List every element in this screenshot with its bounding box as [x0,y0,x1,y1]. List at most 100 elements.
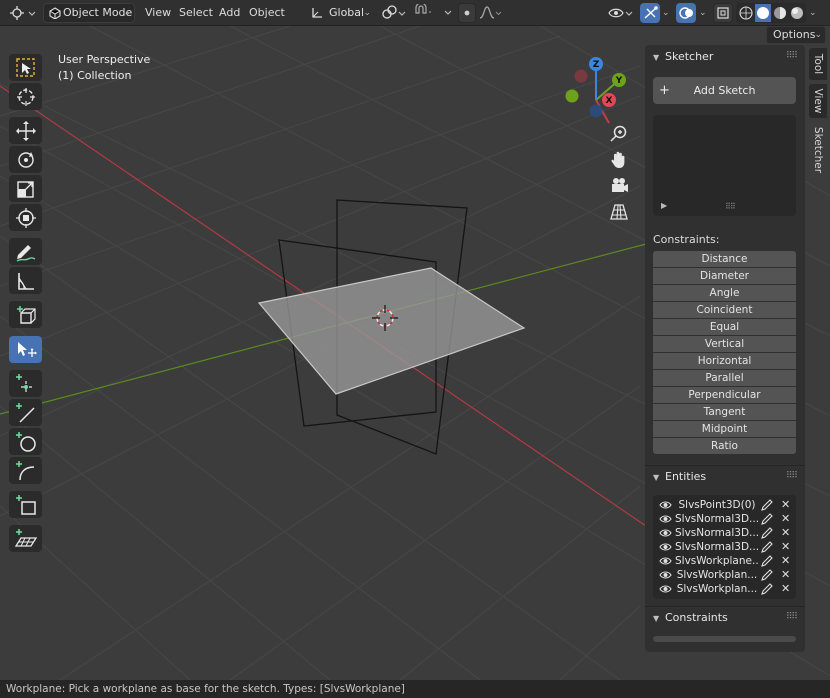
tool-rotate[interactable] [9,146,42,173]
expand-arrow-icon[interactable]: ▶ [661,201,667,210]
tool-add-line[interactable] [9,399,42,426]
tool-cursor[interactable] [9,83,42,110]
constraint-midpoint-button[interactable]: Midpoint [653,421,796,437]
navigation-gizmo[interactable]: Z Y X [560,54,632,126]
zoom-icon [610,125,627,142]
eye-icon[interactable] [659,569,672,581]
close-icon[interactable]: ✕ [781,568,790,582]
overlays-toggle-button[interactable] [676,3,696,23]
camera-view-button[interactable] [607,174,631,198]
drag-handle-icon[interactable]: ⠿⠿ [786,612,798,622]
active-collection: (1) Collection [58,69,132,82]
tool-move[interactable] [9,117,42,144]
eye-icon[interactable] [659,513,672,525]
proportional-edit-button[interactable] [458,3,476,23]
eye-icon[interactable] [659,583,672,595]
pencil-icon[interactable] [760,540,774,554]
tab-sketcher[interactable]: Sketcher [809,122,827,178]
list-item[interactable]: SlvsWorkplan... ✕ [653,568,796,582]
tool-sketch-select[interactable] [9,336,42,363]
constraints-list[interactable] [653,636,796,642]
list-item[interactable]: SlvsPoint3D(0) ✕ [653,498,796,512]
snap-button[interactable] [410,2,454,23]
xray-toggle-button[interactable] [713,3,733,23]
tab-view[interactable]: View [809,84,827,118]
list-item[interactable]: SlvsWorkplan... ✕ [653,582,796,596]
add-sketch-button[interactable]: + Add Sketch [653,77,796,104]
editor-type-button[interactable] [8,3,38,23]
list-item[interactable]: SlvsNormal3D... ✕ [653,526,796,540]
drag-handle-icon[interactable]: ⠿⠿ [786,471,798,481]
tab-sketcher-label: Sketcher [812,126,824,174]
tool-scale[interactable] [9,175,42,202]
close-icon[interactable]: ✕ [781,582,790,596]
falloff-button[interactable] [478,3,504,23]
visibility-button[interactable] [607,3,635,23]
menu-view[interactable]: View [145,3,171,23]
tool-select-box[interactable] [9,54,42,81]
drag-handle-icon[interactable]: ⠿⠿ [786,51,798,61]
tool-add-rectangle[interactable] [9,491,42,518]
perspective-toggle-button[interactable] [607,200,631,224]
constraint-distance-button[interactable]: Distance [653,251,796,267]
tool-add-workplane[interactable] [9,525,42,552]
close-icon[interactable]: ✕ [781,526,790,540]
entity-name: SlvsWorkplane... [675,555,759,567]
constraint-parallel-button[interactable]: Parallel [653,370,796,386]
constraint-perpendicular-button[interactable]: Perpendicular [653,387,796,403]
close-icon[interactable]: ✕ [781,512,790,526]
pencil-icon [16,245,36,262]
resize-grip-icon[interactable]: ⠿⠿ [725,202,736,211]
pencil-icon[interactable] [760,512,774,526]
chevron-down-icon[interactable]: ⌄ [662,3,670,23]
constraint-tangent-button[interactable]: Tangent [653,404,796,420]
pencil-icon[interactable] [760,568,774,582]
list-item[interactable]: SlvsNormal3D... ✕ [653,512,796,526]
sketch-list[interactable]: ▶ ⠿⠿ [653,115,796,216]
mode-dropdown[interactable]: Object Mode ⌄ [43,3,135,23]
tool-measure[interactable] [9,267,42,294]
constraint-horizontal-button[interactable]: Horizontal [653,353,796,369]
entities-panel-header[interactable]: ▼ Entities [653,467,706,487]
constraint-coincident-button[interactable]: Coincident [653,302,796,318]
options-dropdown[interactable]: Options ⌄ [766,26,826,44]
constraints-panel-header[interactable]: ▼ Constraints [653,608,728,628]
zoom-button[interactable] [607,122,631,146]
close-icon[interactable]: ✕ [781,554,790,568]
constraint-equal-button[interactable]: Equal [653,319,796,335]
pencil-icon[interactable] [760,498,774,512]
pan-button[interactable] [607,148,631,172]
orientation-dropdown[interactable]: Global ⌄ [307,3,375,23]
eye-icon[interactable] [659,527,672,539]
pencil-icon[interactable] [760,582,774,596]
tool-add-arc[interactable] [9,457,42,484]
tool-add-cube[interactable] [9,301,42,328]
sketcher-panel-header[interactable]: ▼ Sketcher [653,47,713,67]
eye-icon[interactable] [659,555,672,567]
close-icon[interactable]: ✕ [781,540,790,554]
gizmo-toggle-button[interactable] [640,3,660,23]
menu-select[interactable]: Select [179,3,213,23]
close-icon[interactable]: ✕ [781,498,790,512]
tool-transform[interactable] [9,204,42,231]
menu-object[interactable]: Object [249,3,285,23]
constraint-angle-button[interactable]: Angle [653,285,796,301]
pencil-icon[interactable] [760,554,774,568]
pencil-icon[interactable] [760,526,774,540]
tool-annotate[interactable] [9,238,42,265]
menu-add[interactable]: Add [219,3,240,23]
chevron-down-icon[interactable]: ⌄ [809,3,817,23]
constraint-vertical-button[interactable]: Vertical [653,336,796,352]
constraint-ratio-button[interactable]: Ratio [653,438,796,454]
pivot-point-button[interactable] [380,3,408,23]
eye-icon[interactable] [659,499,672,511]
eye-icon[interactable] [659,541,672,553]
tool-add-circle[interactable] [9,428,42,455]
tab-tool[interactable]: Tool [809,48,827,80]
constraint-diameter-button[interactable]: Diameter [653,268,796,284]
list-item[interactable]: SlvsWorkplane... ✕ [653,554,796,568]
tool-add-point[interactable] [9,370,42,397]
list-item[interactable]: SlvsNormal3D... ✕ [653,540,796,554]
chevron-down-icon[interactable]: ⌄ [699,3,707,23]
divider [645,606,805,607]
